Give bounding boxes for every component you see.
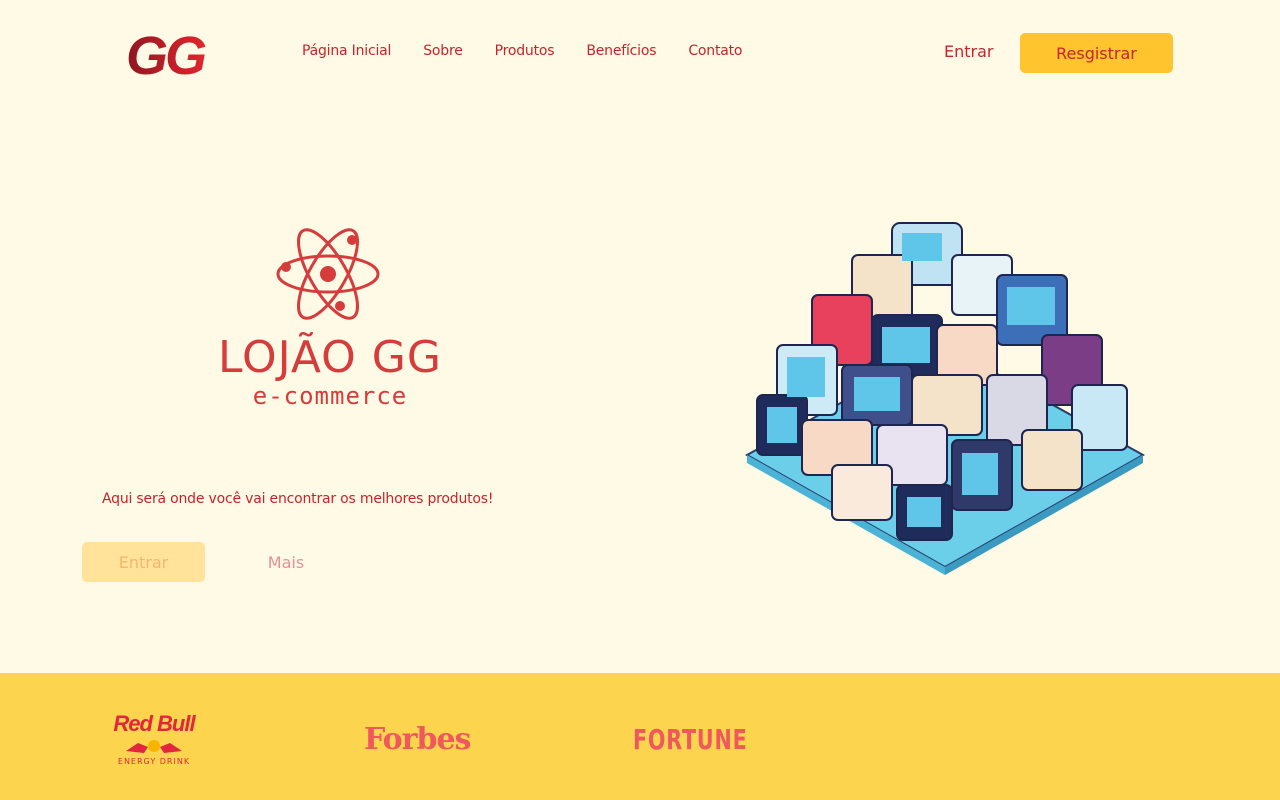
redbull-logo: Red Bull ENERGY DRINK [106, 711, 202, 769]
nav-home[interactable]: Página Inicial [302, 43, 391, 59]
svg-text:GG: GG [126, 26, 206, 82]
hero-enter-button[interactable]: Entrar [82, 542, 205, 582]
brand-subtitle: e-commerce [252, 382, 408, 410]
forbes-logo: Forbes [364, 722, 471, 757]
hero-tagline: Aqui será onde você vai encontrar os mel… [102, 491, 494, 507]
nav-contact[interactable]: Contato [688, 43, 742, 59]
hero-more-button[interactable]: Mais [226, 542, 346, 582]
gg-logo[interactable]: GG [124, 24, 220, 82]
redbull-tagline: ENERGY DRINK [117, 757, 191, 766]
nav-benefits[interactable]: Benefícios [586, 43, 656, 59]
nav-about[interactable]: Sobre [423, 43, 463, 59]
brand-title: LOJÃO GG [218, 332, 442, 383]
login-button[interactable]: Entrar [944, 42, 993, 61]
partners-band: Red Bull ENERGY DRINK Forbes FORTUNE [0, 673, 1280, 800]
redbull-wordmark: Red Bull [113, 711, 195, 736]
fortune-logo: FORTUNE [633, 723, 748, 756]
nav-products[interactable]: Produtos [495, 43, 555, 59]
register-button[interactable]: Resgistrar [1020, 33, 1173, 73]
bulls-icon [126, 740, 182, 753]
site-header: GG Página Inicial Sobre Produtos Benefíc… [0, 0, 1280, 105]
electronics-illustration [744, 222, 1146, 575]
main-nav: Página Inicial Sobre Produtos Benefícios… [302, 43, 774, 59]
